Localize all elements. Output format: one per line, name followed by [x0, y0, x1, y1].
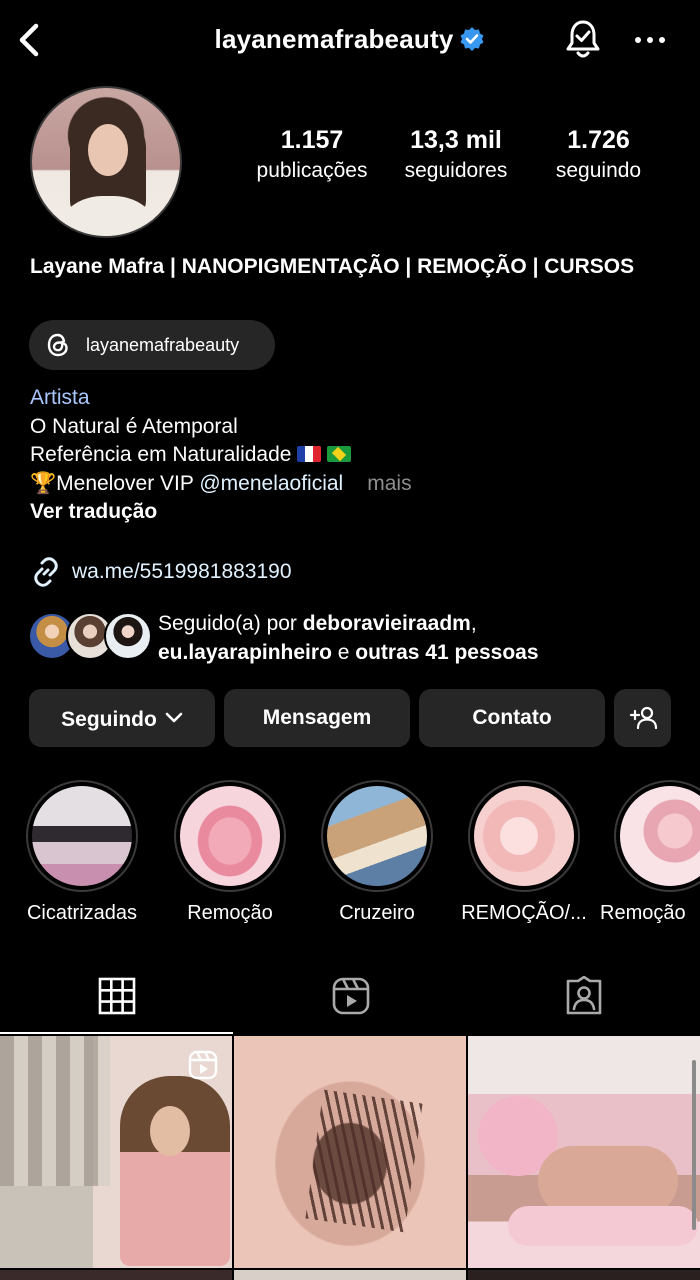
followers-label: seguidores — [404, 159, 508, 182]
following-button-label: Seguindo — [61, 708, 157, 731]
story-highlight[interactable]: Cruzeiro — [307, 780, 447, 930]
highlight-cover — [32, 786, 132, 886]
highlight-label: Cruzeiro — [339, 902, 415, 924]
tab-posts[interactable] — [0, 960, 233, 1034]
bio-mention-link[interactable]: @menelaoficial — [199, 472, 343, 495]
highlight-label: Remoção — [600, 902, 686, 924]
threads-handle: layanemafrabeauty — [86, 335, 240, 355]
bio-line-flags: Referência em Naturalidade — [30, 441, 670, 470]
add-person-icon — [629, 706, 657, 730]
chevron-down-icon — [165, 689, 183, 747]
bell-icon — [566, 20, 600, 58]
post-thumbnail[interactable] — [234, 1036, 466, 1268]
tab-reels[interactable] — [233, 960, 466, 1034]
tab-tagged[interactable] — [467, 960, 700, 1034]
tagged-icon — [566, 976, 602, 1015]
posts-label: publicações — [256, 159, 368, 182]
top-bar: layanemafrabeauty — [0, 0, 700, 82]
trophy-icon: 🏆 — [30, 471, 57, 495]
contact-button[interactable]: Contato — [419, 689, 605, 747]
posts-stat[interactable]: 1.157 publicações — [240, 126, 384, 183]
followers-count: 13,3 mil — [410, 126, 502, 154]
story-highlight[interactable]: Cicatrizadas — [12, 780, 152, 930]
follower-username: deboravieiraadm — [302, 612, 471, 635]
profile-bio: Artista O Natural é Atemporal Referência… — [30, 384, 670, 527]
link-icon — [34, 557, 58, 587]
story-highlight[interactable]: REMOÇÃO/... — [454, 780, 594, 930]
post-thumbnail[interactable] — [0, 1036, 232, 1268]
followers-others: outras 41 pessoas — [355, 640, 539, 664]
bio-line: O Natural é Atemporal — [30, 414, 238, 438]
brazil-flag-icon — [327, 446, 352, 462]
followed-by-text: Seguido(a) por deboravieiraadm, eu.layar… — [158, 612, 539, 664]
profile-full-name: Layane Mafra | NANOPIGMENTAÇÃO | REMOÇÃO… — [30, 255, 635, 278]
highlight-cover — [180, 786, 280, 886]
following-stat[interactable]: 1.726 seguindo — [542, 126, 655, 183]
reel-indicator-icon — [188, 1050, 218, 1080]
posts-count: 1.157 — [280, 126, 344, 154]
profile-stats: 1.157 publicações 13,3 mil seguidores 1.… — [240, 126, 660, 186]
bio-vip-text: Menelover VIP — [56, 471, 200, 495]
post-row-partial — [0, 1270, 700, 1280]
link-url: wa.me/5519981883190 — [72, 560, 292, 583]
post-thumbnail[interactable] — [468, 1036, 700, 1268]
highlight-cover — [327, 786, 427, 886]
verified-badge-icon — [459, 26, 485, 59]
profile-category: Artista — [30, 386, 90, 409]
following-count: 1.726 — [567, 126, 630, 154]
bio-line-vip: 🏆Menelover VIP @menelaoficial mais — [30, 470, 670, 499]
more-options-button[interactable] — [632, 24, 668, 56]
follower-username: eu.layarapinheiro — [158, 640, 332, 664]
followers-stat[interactable]: 13,3 mil seguidores — [391, 126, 521, 183]
following-label: seguindo — [555, 159, 642, 182]
story-highlight[interactable]: Remoção — [160, 780, 300, 930]
bio-more-link[interactable]: mais — [367, 472, 411, 495]
following-button[interactable]: Seguindo — [29, 689, 215, 747]
username-text: layanemafrabeauty — [214, 24, 454, 54]
grid-icon — [98, 977, 136, 1015]
threads-badge[interactable]: layanemafrabeauty — [29, 320, 275, 370]
highlight-label: Cicatrizadas — [26, 902, 138, 924]
more-dots-icon — [635, 37, 665, 43]
profile-avatar[interactable] — [30, 86, 182, 238]
posts-grid — [0, 1036, 700, 1280]
followed-by[interactable]: Seguido(a) por deboravieiraadm, eu.layar… — [28, 610, 678, 670]
profile-tabs — [0, 960, 700, 1034]
see-translation-link[interactable]: Ver tradução — [30, 498, 670, 527]
threads-icon — [47, 333, 68, 357]
highlight-label: REMOÇÃO/... — [461, 902, 587, 924]
scrollbar[interactable] — [692, 1060, 696, 1230]
avatar — [104, 612, 152, 660]
highlight-label: Remoção — [187, 902, 273, 924]
notifications-button[interactable] — [563, 18, 603, 62]
highlight-cover — [474, 786, 574, 886]
suggested-users-button[interactable] — [614, 689, 671, 747]
story-highlight[interactable]: Remoção — [600, 780, 700, 930]
france-flag-icon — [297, 446, 322, 462]
message-button[interactable]: Mensagem — [224, 689, 410, 747]
reels-icon — [332, 977, 370, 1015]
